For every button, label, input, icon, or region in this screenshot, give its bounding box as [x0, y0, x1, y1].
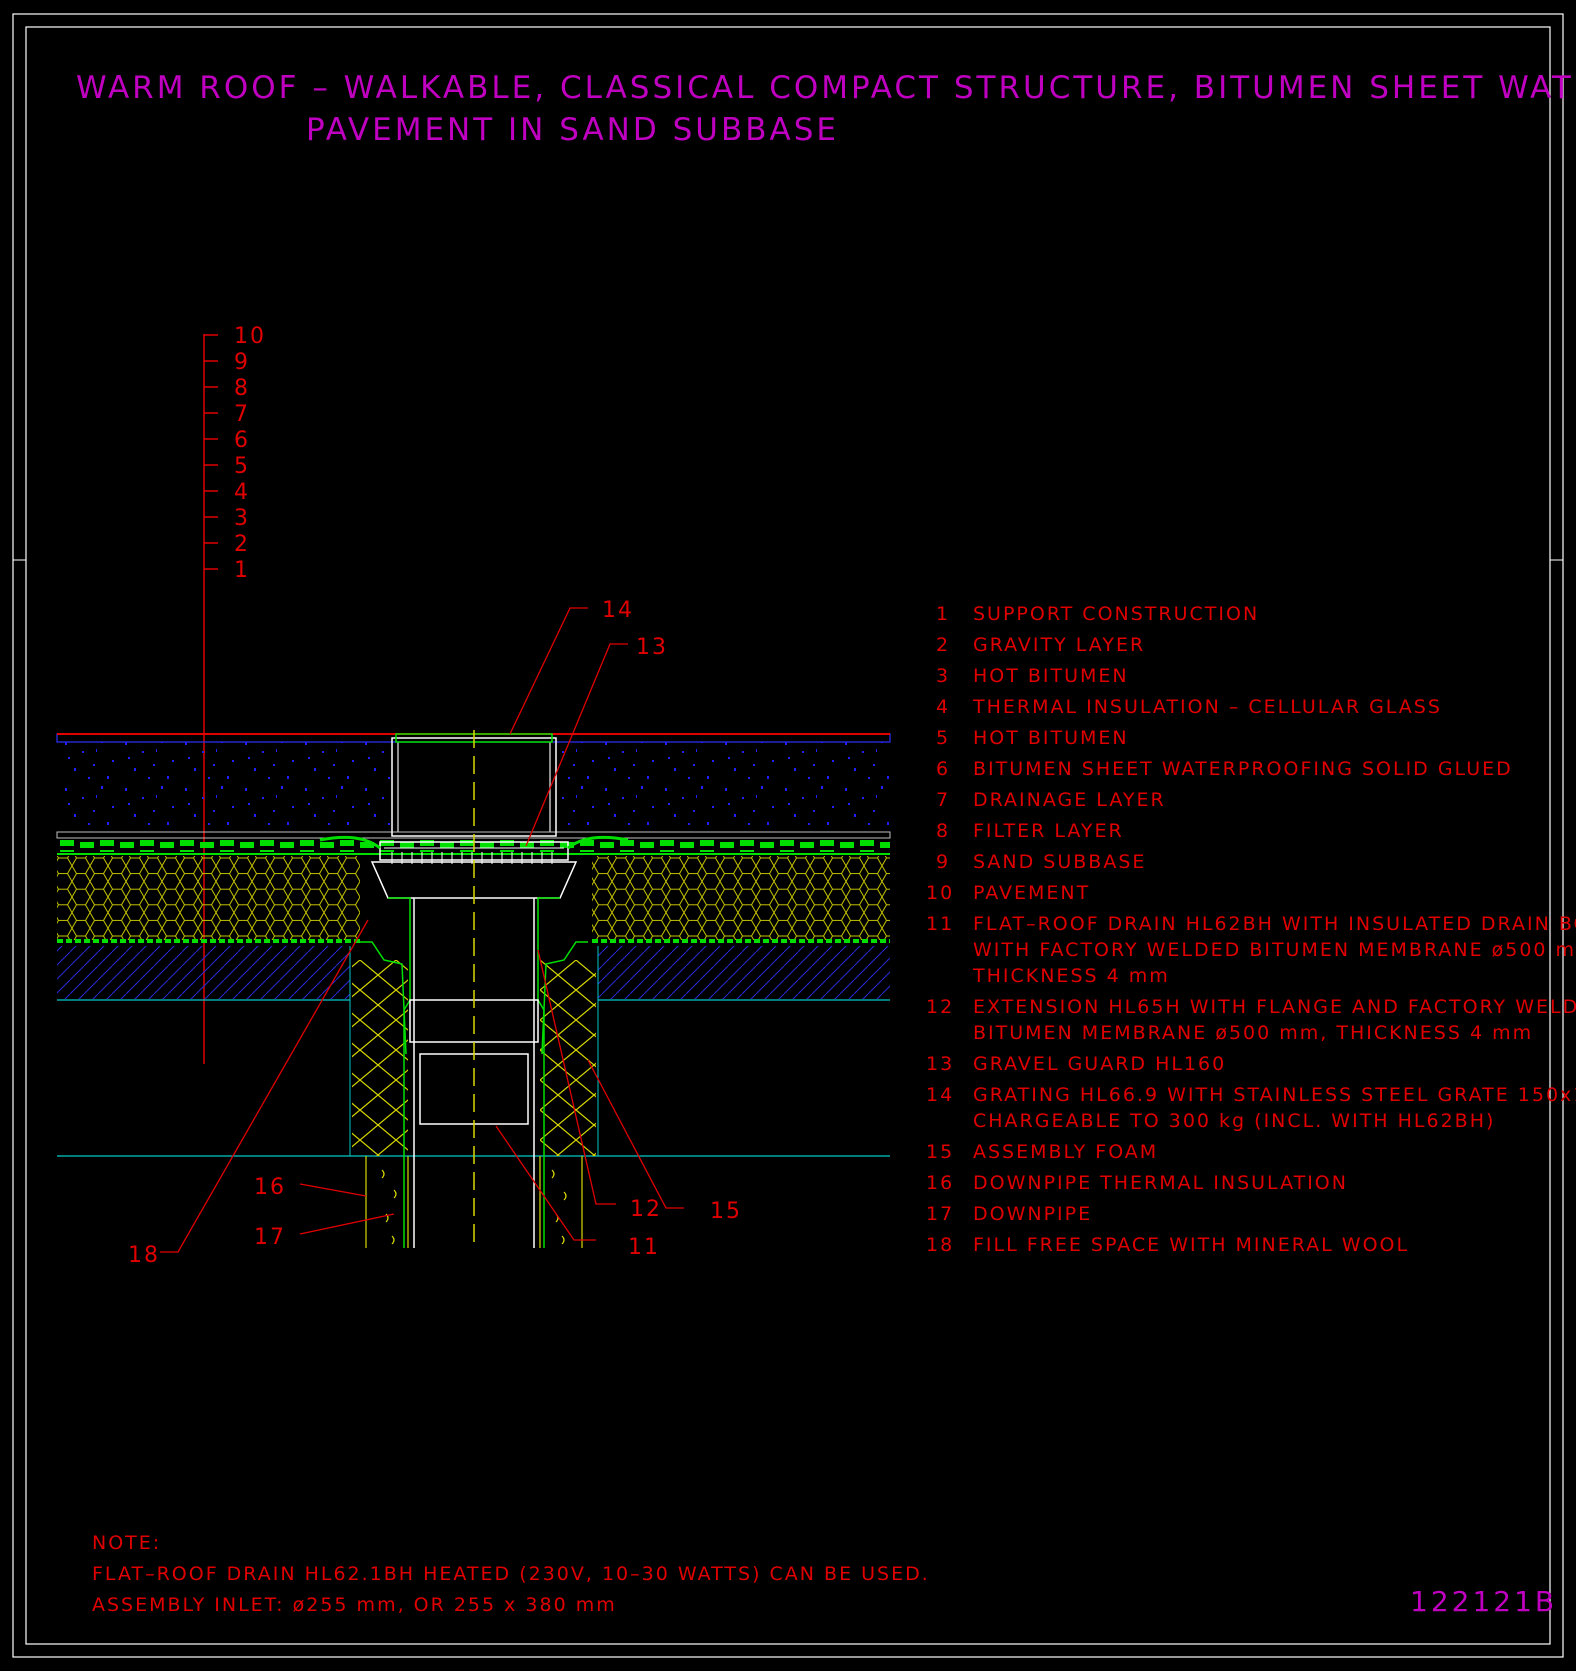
callout-16: 16: [254, 1175, 286, 1200]
callout-13: 13: [636, 635, 668, 660]
legend-item: 12 EXTENSION HL65H WITH FLANGE AND FACTOR…: [926, 996, 1576, 1044]
legend-text: GRAVEL GUARD HL160: [973, 1053, 1226, 1075]
legend-number: 16: [926, 1172, 954, 1194]
legend-number: 12: [926, 996, 954, 1018]
legend-text: GRATING HL66.9 WITH STAINLESS STEEL GRAT…: [973, 1084, 1576, 1106]
layer-mark-label: 8: [234, 376, 250, 401]
mineral-wool-fill: [352, 960, 408, 1156]
legend: 1 SUPPORT CONSTRUCTION 2 GRAVITY LAYER 3 HOT …: [926, 603, 1576, 1256]
callout-12: 12: [630, 1197, 662, 1222]
legend-text: DOWNPIPE: [973, 1203, 1092, 1225]
cellular-glass-insulation: [57, 856, 360, 940]
layer-mark-label: 3: [234, 506, 250, 531]
legend-number: 10: [926, 882, 954, 904]
title-line-2: PAVEMENT IN SAND SUBBASE: [306, 112, 839, 148]
layer-mark-label: 7: [234, 402, 250, 427]
legend-number: 8: [936, 820, 950, 842]
support-construction: [57, 946, 350, 999]
title-line-1: WARM ROOF – WALKABLE, CLASSICAL COMPACT …: [76, 70, 1576, 106]
layer-mark-label: 2: [234, 532, 250, 557]
legend-text: PAVEMENT: [973, 882, 1090, 904]
legend-text: BITUMEN SHEET WATERPROOFING SOLID GLUED: [973, 758, 1513, 780]
legend-item: 10 PAVEMENT: [926, 882, 1090, 904]
legend-text: WITH FACTORY WELDED BITUMEN MEMBRANE ø50…: [973, 939, 1576, 961]
legend-item: 17 DOWNPIPE: [926, 1203, 1092, 1225]
sheet-frame: [12, 13, 1564, 1658]
legend-text: DOWNPIPE THERMAL INSULATION: [973, 1172, 1348, 1194]
legend-number: 17: [926, 1203, 954, 1225]
legend-number: 14: [926, 1084, 954, 1106]
callout-14: 14: [602, 598, 634, 623]
legend-number: 5: [936, 727, 950, 749]
legend-number: 11: [926, 913, 954, 935]
legend-number: 2: [936, 634, 950, 656]
legend-number: 9: [936, 851, 950, 873]
legend-number: 3: [936, 665, 950, 687]
legend-text: THERMAL INSULATION – CELLULAR GLASS: [972, 696, 1442, 718]
legend-item: 5 HOT BITUMEN: [936, 727, 1129, 749]
note-line-2: ASSEMBLY INLET: ø255 mm, OR 255 x 380 mm: [92, 1594, 617, 1616]
legend-number: 7: [936, 789, 950, 811]
legend-text: HOT BITUMEN: [973, 665, 1129, 687]
legend-number: 13: [926, 1053, 954, 1075]
legend-number: 18: [926, 1234, 954, 1256]
legend-number: 1: [936, 603, 950, 625]
legend-item: 14 GRATING HL66.9 WITH STAINLESS STEEL GR…: [926, 1084, 1576, 1132]
legend-item: 2 GRAVITY LAYER: [936, 634, 1145, 656]
callout-17: 17: [254, 1225, 286, 1250]
legend-item: 15 ASSEMBLY FOAM: [926, 1141, 1158, 1163]
legend-item: 18 FILL FREE SPACE WITH MINERAL WOOL: [926, 1234, 1409, 1256]
layer-mark-label: 6: [234, 428, 250, 453]
legend-number: 6: [936, 758, 950, 780]
legend-item: 3 HOT BITUMEN: [936, 665, 1129, 687]
legend-item: 6 BITUMEN SHEET WATERPROOFING SOLID GLUED: [936, 758, 1513, 780]
layer-mark-label: 10: [234, 324, 266, 349]
legend-item: 1 SUPPORT CONSTRUCTION: [936, 603, 1259, 625]
legend-text: FILL FREE SPACE WITH MINERAL WOOL: [973, 1234, 1409, 1256]
drawing-sheet: WARM ROOF – WALKABLE, CLASSICAL COMPACT …: [12, 13, 1576, 1658]
layer-mark-label: 9: [234, 350, 250, 375]
legend-item: 16 DOWNPIPE THERMAL INSULATION: [926, 1172, 1348, 1194]
roof-section-drawing: [56, 730, 891, 1250]
legend-text: GRAVITY LAYER: [973, 634, 1145, 656]
legend-text: FILTER LAYER: [973, 820, 1124, 842]
layer-mark-label: 4: [234, 480, 250, 505]
callout-18: 18: [128, 1243, 160, 1268]
legend-text: CHARGEABLE TO 300 kg (INCL. WITH HL62BH): [973, 1110, 1495, 1132]
legend-number: 15: [926, 1141, 954, 1163]
legend-item: 4 THERMAL INSULATION – CELLULAR GLASS: [936, 696, 1442, 718]
layer-mark-label: 5: [234, 454, 250, 479]
legend-text: EXTENSION HL65H WITH FLANGE AND FACTORY …: [973, 996, 1576, 1018]
legend-text: BITUMEN MEMBRANE ø500 mm, THICKNESS 4 mm: [973, 1022, 1533, 1044]
legend-text: ASSEMBLY FOAM: [973, 1141, 1158, 1163]
legend-item: 7 DRAINAGE LAYER: [936, 789, 1166, 811]
legend-text: THICKNESS 4 mm: [972, 965, 1170, 987]
legend-item: 9 SAND SUBBASE: [936, 851, 1146, 873]
note-line-1: FLAT–ROOF DRAIN HL62.1BH HEATED (230V, 1…: [92, 1563, 930, 1585]
callout-11: 11: [628, 1235, 660, 1260]
note-heading: NOTE:: [92, 1532, 161, 1554]
drawing-number: 122121B: [1410, 1585, 1557, 1618]
legend-number: 4: [936, 696, 950, 718]
legend-item: 13 GRAVEL GUARD HL160: [926, 1053, 1226, 1075]
callout-15: 15: [710, 1199, 742, 1224]
legend-item: 11 FLAT–ROOF DRAIN HL62BH WITH INSULATED …: [926, 913, 1576, 987]
legend-text: SUPPORT CONSTRUCTION: [973, 603, 1259, 625]
layer-mark-label: 1: [234, 558, 250, 583]
legend-text: SAND SUBBASE: [973, 851, 1146, 873]
legend-text: DRAINAGE LAYER: [973, 789, 1166, 811]
legend-text: FLAT–ROOF DRAIN HL62BH WITH INSULATED DR…: [973, 913, 1576, 935]
sand-subbase-layer: [57, 742, 390, 832]
legend-item: 8 FILTER LAYER: [936, 820, 1124, 842]
legend-text: HOT BITUMEN: [973, 727, 1129, 749]
